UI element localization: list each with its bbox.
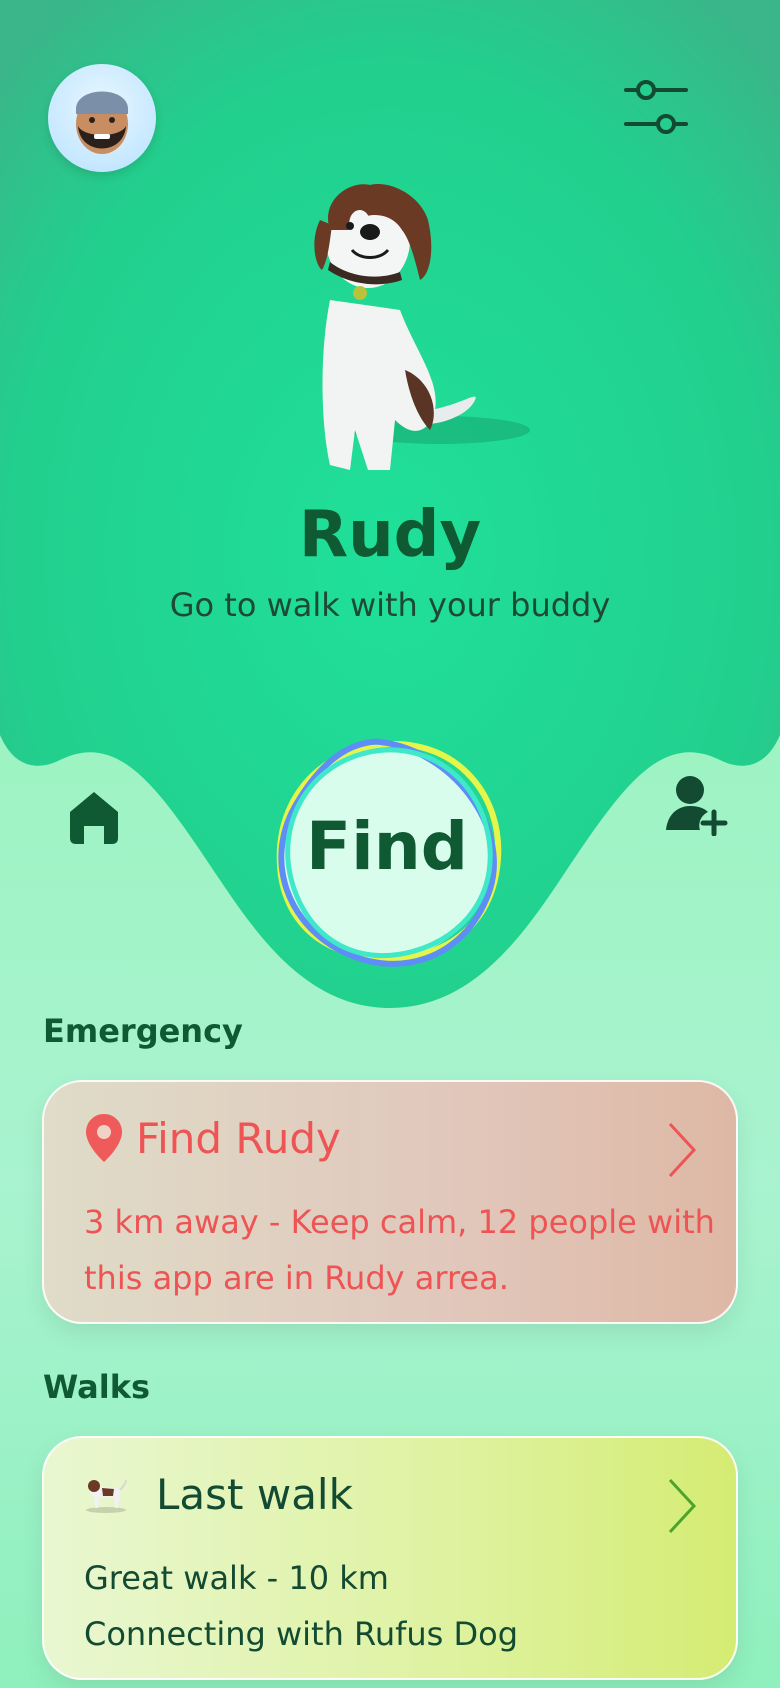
last-walk-card[interactable]: Last walk Great walk - 10 km Connecting … [42, 1436, 738, 1680]
find-rudy-card[interactable]: Find Rudy 3 km away - Keep calm, 12 peop… [42, 1080, 738, 1324]
location-pin-icon [86, 1114, 122, 1162]
add-user-icon[interactable] [664, 772, 730, 836]
last-walk-title: Last walk [156, 1470, 353, 1519]
user-avatar[interactable] [48, 64, 156, 172]
chevron-right-icon [668, 1122, 697, 1178]
dog-illustration [314, 184, 530, 470]
find-button-label: Find [306, 808, 468, 885]
chevron-right-icon [668, 1478, 697, 1534]
walks-section-title: Walks [43, 1368, 151, 1406]
pet-name: Rudy [298, 498, 482, 572]
app-screen: Rudy Go to walk with your buddy Find Eme… [0, 0, 780, 1688]
emergency-section-title: Emergency [43, 1012, 243, 1050]
find-rudy-description: 3 km away - Keep calm, 12 people with th… [84, 1203, 715, 1297]
find-button[interactable]: Find [270, 738, 510, 970]
home-icon[interactable] [66, 788, 122, 846]
dog-icon [86, 1479, 127, 1513]
pet-subtitle: Go to walk with your buddy [169, 586, 611, 624]
find-rudy-title: Find Rudy [136, 1114, 341, 1163]
last-walk-connection: Connecting with Rufus Dog [84, 1615, 519, 1653]
avatar-face-icon [76, 91, 128, 154]
filter-sliders-icon[interactable] [620, 72, 692, 136]
last-walk-distance: Great walk - 10 km [84, 1559, 389, 1597]
